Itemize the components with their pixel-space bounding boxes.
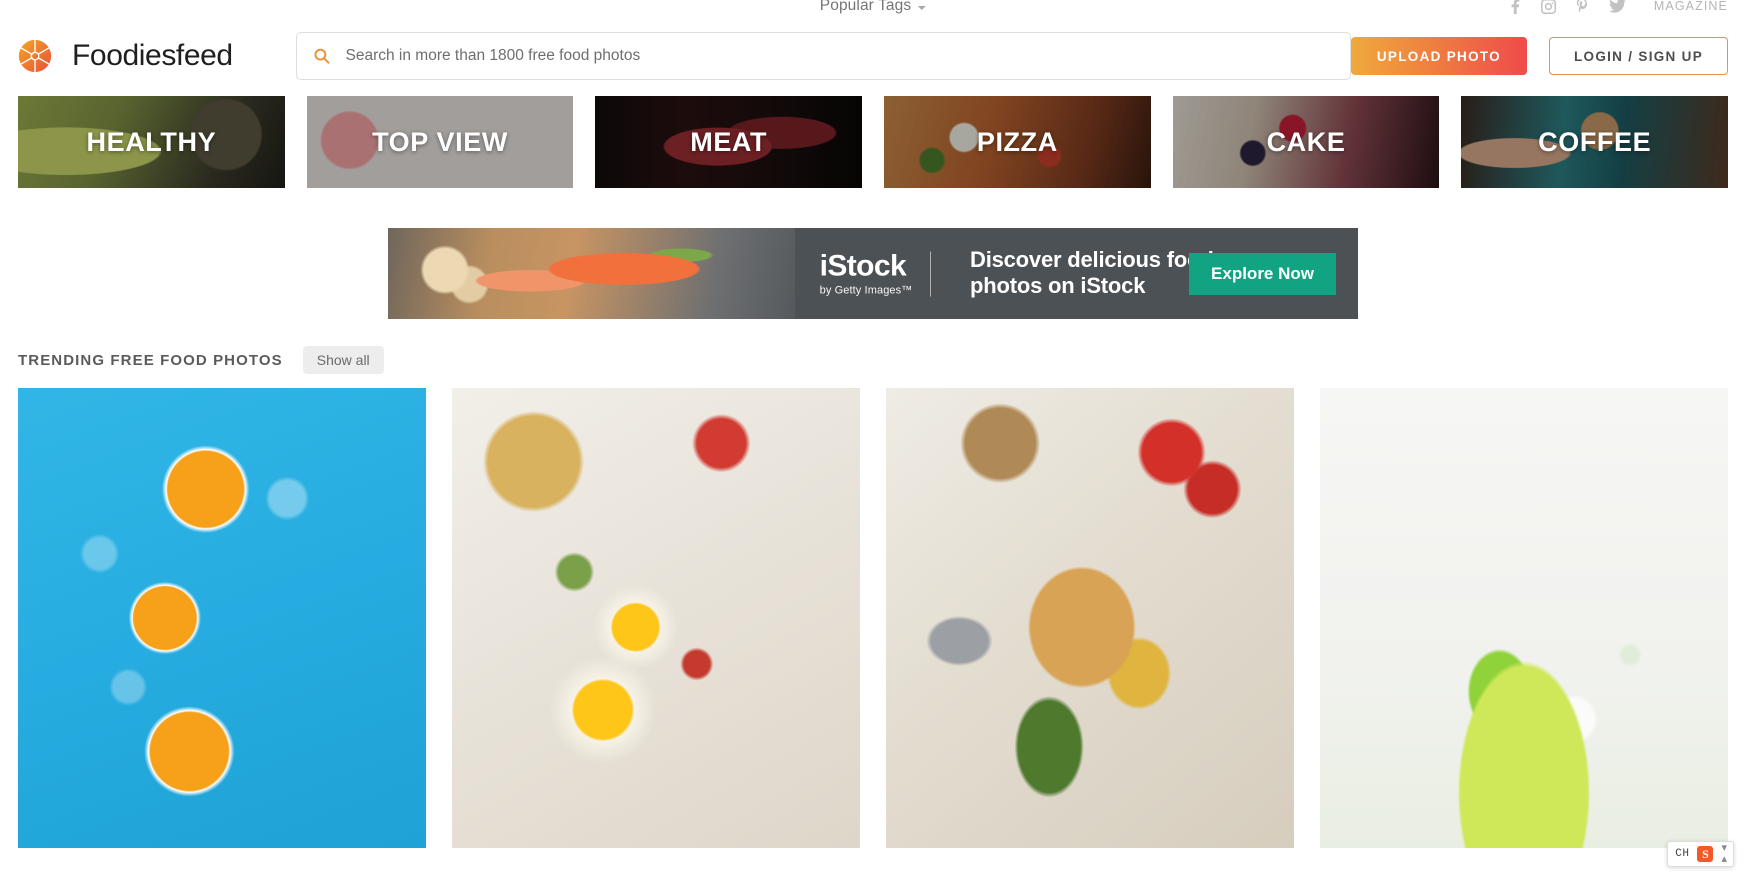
advertisement-zone: iStock by Getty Images™ Discover delicio…	[0, 228, 1746, 319]
pinterest-icon[interactable]	[1576, 0, 1589, 14]
category-tile-top-view[interactable]: TOP VIEW	[306, 96, 574, 188]
category-tile-coffee[interactable]: COFFEE	[1461, 96, 1729, 188]
category-label-coffee: COFFEE	[1538, 126, 1652, 157]
category-label-cake: CAKE	[1266, 126, 1346, 157]
istock-ad-banner[interactable]: iStock by Getty Images™ Discover delicio…	[388, 228, 1358, 319]
search-input[interactable]	[345, 47, 1333, 65]
instagram-icon[interactable]	[1540, 0, 1556, 14]
top-utility-bar: Popular Tags MAGAZINE	[0, 0, 1746, 22]
top-right-links: MAGAZINE	[1508, 0, 1728, 14]
istock-byline: by Getty Images™	[819, 284, 913, 296]
upload-photo-button[interactable]: UPLOAD PHOTO	[1350, 37, 1527, 75]
aperture-logo-icon	[18, 39, 52, 73]
photo-card-lime-drink[interactable]	[1320, 388, 1728, 848]
popular-tags-menu[interactable]: Popular Tags	[819, 0, 927, 15]
trending-section-header: TRENDING FREE FOOD PHOTOS Show all	[0, 346, 1746, 374]
twitter-icon[interactable]	[1609, 0, 1626, 13]
floating-translate-widget[interactable]: CH S ▾ ▴	[1667, 841, 1734, 867]
category-tile-pizza[interactable]: PIZZA	[884, 96, 1151, 188]
header-actions: UPLOAD PHOTO LOGIN / SIGN UP	[1350, 37, 1728, 75]
brand-name: Foodiesfeed	[72, 39, 233, 72]
search-bar[interactable]	[296, 32, 1351, 80]
category-tile-healthy[interactable]: HEALTHY	[18, 96, 285, 188]
popular-tags-label: Popular Tags	[819, 0, 912, 14]
photo-grid	[0, 388, 1746, 848]
istock-wordmark: iStock	[819, 249, 907, 282]
category-tile-cake[interactable]: CAKE	[1172, 96, 1440, 188]
brand-home-link[interactable]: Foodiesfeed	[18, 39, 233, 73]
category-label-top-view: TOP VIEW	[372, 126, 508, 157]
chevron-down-icon	[918, 5, 927, 10]
photo-card-orange-slices[interactable]	[18, 388, 426, 848]
photo-card-avocado-toast[interactable]	[452, 388, 860, 848]
explore-now-button[interactable]: Explore Now	[1189, 252, 1336, 295]
facebook-icon[interactable]	[1508, 0, 1521, 14]
istock-brand-lockup: iStock by Getty Images™	[820, 251, 932, 296]
category-tiles: HEALTHY TOP VIEW MEAT PIZZA CAKE COFFEE	[0, 96, 1746, 188]
search-icon	[314, 48, 330, 64]
language-code-label: CH	[1675, 848, 1690, 860]
show-all-button[interactable]: Show all	[302, 346, 384, 374]
magazine-link[interactable]: MAGAZINE	[1654, 0, 1728, 13]
ad-salmon-photo	[388, 228, 796, 319]
category-tile-meat[interactable]: MEAT	[595, 96, 863, 188]
login-signup-button[interactable]: LOGIN / SIGN UP	[1548, 37, 1728, 75]
section-title: TRENDING FREE FOOD PHOTOS	[18, 351, 283, 369]
photo-card-burger-flatlay[interactable]	[886, 388, 1294, 848]
drag-handle-icon[interactable]: ▾ ▴	[1721, 843, 1726, 865]
category-label-healthy: HEALTHY	[86, 126, 217, 157]
stands-logo-icon[interactable]: S	[1697, 846, 1714, 862]
category-label-meat: MEAT	[690, 126, 768, 157]
category-label-pizza: PIZZA	[976, 126, 1058, 157]
site-header: Foodiesfeed UPLOAD PHOTO LOGIN / SIGN UP	[0, 22, 1746, 90]
